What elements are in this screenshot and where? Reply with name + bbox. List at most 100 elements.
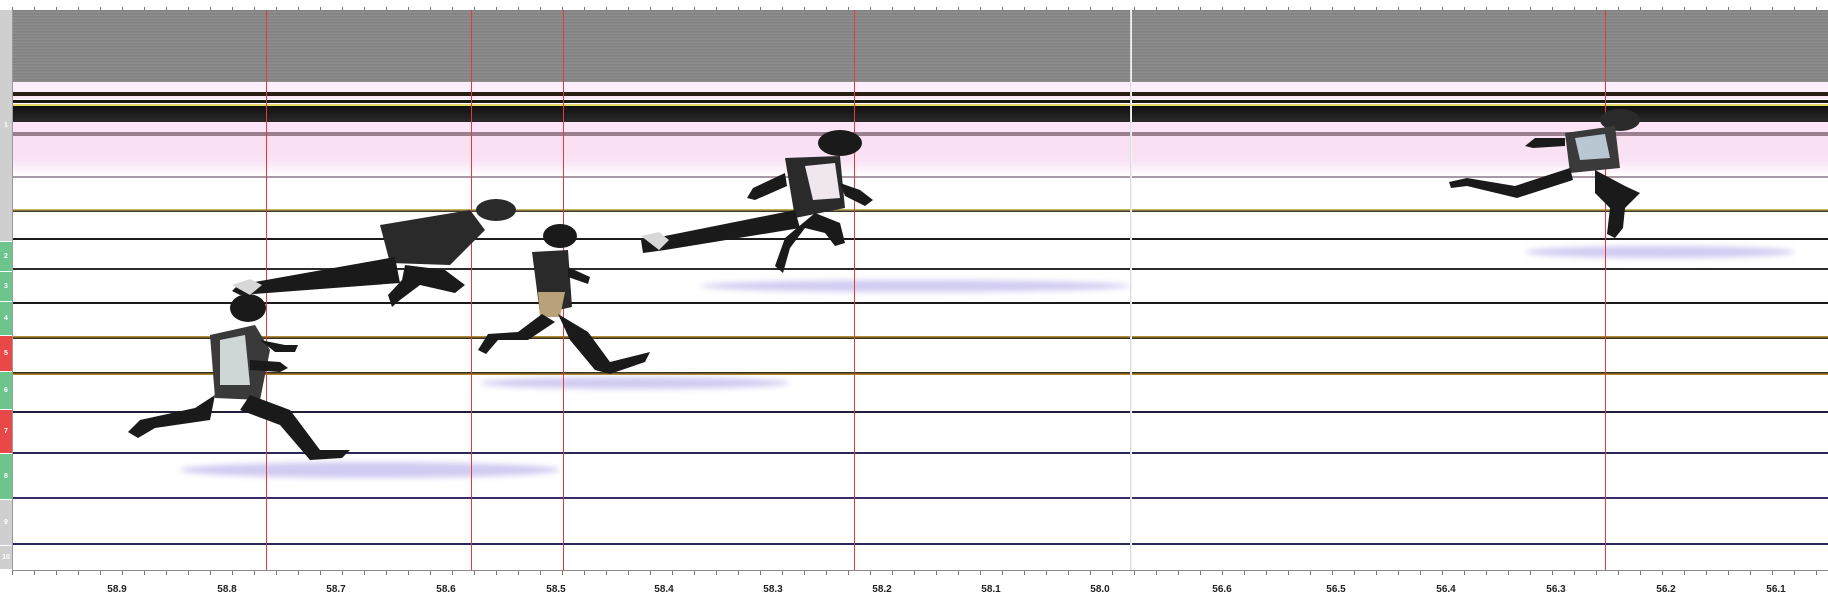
time-tick-label: 58.6: [436, 584, 456, 595]
ruler-tick: [738, 571, 739, 575]
lane-number-label: 9: [4, 519, 8, 526]
ruler-tick: [452, 571, 453, 575]
ruler-tick: [936, 571, 937, 575]
time-tick-label: 58.3: [763, 584, 783, 595]
ruler-tick: [1068, 571, 1069, 575]
time-tick-label: 58.2: [872, 584, 892, 595]
lane-number-label: 1: [4, 122, 8, 129]
lane-number-label: 7: [4, 428, 8, 435]
ruler-tick: [232, 571, 233, 575]
runner-silhouette[interactable]: [470, 222, 660, 382]
ruler-tick: [1596, 571, 1597, 575]
ruler-tick: [826, 571, 827, 575]
ruler-tick: [1134, 571, 1135, 575]
lane-number-10[interactable]: 10: [0, 546, 12, 570]
runner-shadow: [700, 280, 1130, 292]
ruler-tick: [1684, 571, 1685, 575]
ruler-tick: [848, 571, 849, 575]
lane-number-label: 8: [4, 473, 8, 480]
time-tick-label: 58.7: [326, 584, 346, 595]
ruler-tick: [188, 571, 189, 575]
time-tick-label: 58.5: [546, 584, 566, 595]
ruler-tick: [694, 571, 695, 575]
runner-silhouette[interactable]: [1445, 108, 1645, 243]
lane-number-3[interactable]: 3: [0, 272, 12, 302]
time-tick-label: 56.1: [1766, 584, 1786, 595]
time-cursor[interactable]: [854, 10, 855, 570]
lane-number-7[interactable]: 7: [0, 410, 12, 454]
time-tick-label: 56.2: [1656, 584, 1676, 595]
ruler-tick: [1244, 571, 1245, 575]
ruler-tick: [1398, 571, 1399, 575]
ruler-tick: [1266, 571, 1267, 575]
ruler-tick: [122, 571, 123, 575]
photo-finish-viewer[interactable]: 1 2 3 4 5 6 7 8 9 10 58.9 58.8 58.7 58.6 58.5 58.4 58.3…: [0, 0, 1828, 600]
time-tick-label: 58.4: [654, 584, 674, 595]
ruler-tick: [100, 571, 101, 575]
ruler-tick: [650, 571, 651, 575]
ruler-tick: [562, 571, 563, 575]
ruler-tick: [1200, 571, 1201, 575]
ruler-tick: [606, 571, 607, 575]
runner-silhouette[interactable]: [635, 128, 895, 278]
lane-number-2[interactable]: 2: [0, 242, 12, 272]
lane-number-label: 5: [4, 350, 8, 357]
ruler-tick: [1464, 571, 1465, 575]
ruler-tick: [804, 571, 805, 575]
time-cursor[interactable]: [1605, 10, 1606, 570]
time-tick-label: 56.6: [1212, 584, 1232, 595]
lane-number-9[interactable]: 9: [0, 500, 12, 546]
ruler-tick: [958, 571, 959, 575]
ruler-tick: [298, 571, 299, 575]
ruler-tick: [1288, 571, 1289, 575]
ruler-tick: [320, 571, 321, 575]
time-tick-label: 58.1: [981, 584, 1001, 595]
lane-number-4[interactable]: 4: [0, 302, 12, 336]
lane-line: [12, 100, 1828, 103]
ruler-tick: [1354, 571, 1355, 575]
ruler-tick: [1618, 571, 1619, 575]
ruler-tick: [1024, 571, 1025, 575]
ruler-tick: [782, 571, 783, 575]
lane-number-1[interactable]: 1: [0, 10, 12, 242]
ruler-tick: [914, 571, 915, 575]
lane-number-strip: 1 2 3 4 5 6 7 8 9 10: [0, 10, 13, 570]
lane-number-5[interactable]: 5: [0, 336, 12, 372]
ruler-tick: [672, 571, 673, 575]
runner-silhouette[interactable]: [120, 290, 360, 470]
finish-image-top-band: [12, 10, 1828, 82]
ruler-tick: [34, 571, 35, 575]
ruler-tick: [1706, 571, 1707, 575]
ruler-tick: [870, 571, 871, 575]
lane-number-label: 6: [4, 387, 8, 394]
ruler-tick: [760, 571, 761, 575]
lane-number-label: 10: [2, 554, 10, 561]
ruler-tick: [144, 571, 145, 575]
ruler-tick: [166, 571, 167, 575]
ruler-tick: [1156, 571, 1157, 575]
lane-number-label: 3: [4, 283, 8, 290]
lane-number-6[interactable]: 6: [0, 372, 12, 410]
lane-number-8[interactable]: 8: [0, 454, 12, 500]
time-tick-label: 58.0: [1090, 584, 1110, 595]
lane-line: [12, 96, 1828, 99]
lane-line: [12, 543, 1828, 545]
ruler-tick: [1222, 571, 1223, 575]
ruler-tick: [1508, 571, 1509, 575]
runner-shadow: [1525, 246, 1795, 258]
ruler-tick: [56, 571, 57, 575]
ruler-tick: [1310, 571, 1311, 575]
ruler-tick: [716, 571, 717, 575]
ruler-tick: [496, 571, 497, 575]
ruler-tick: [254, 571, 255, 575]
ruler-tick: [1772, 571, 1773, 575]
finish-image-pink-band: [12, 82, 1828, 92]
ruler-tick: [78, 571, 79, 575]
ruler-tick: [342, 571, 343, 575]
ruler-tick: [584, 571, 585, 575]
ruler-tick: [1090, 571, 1091, 575]
ruler-tick: [430, 571, 431, 575]
ruler-tick: [540, 571, 541, 575]
ruler-tick: [210, 571, 211, 575]
ruler-tick: [1178, 571, 1179, 575]
